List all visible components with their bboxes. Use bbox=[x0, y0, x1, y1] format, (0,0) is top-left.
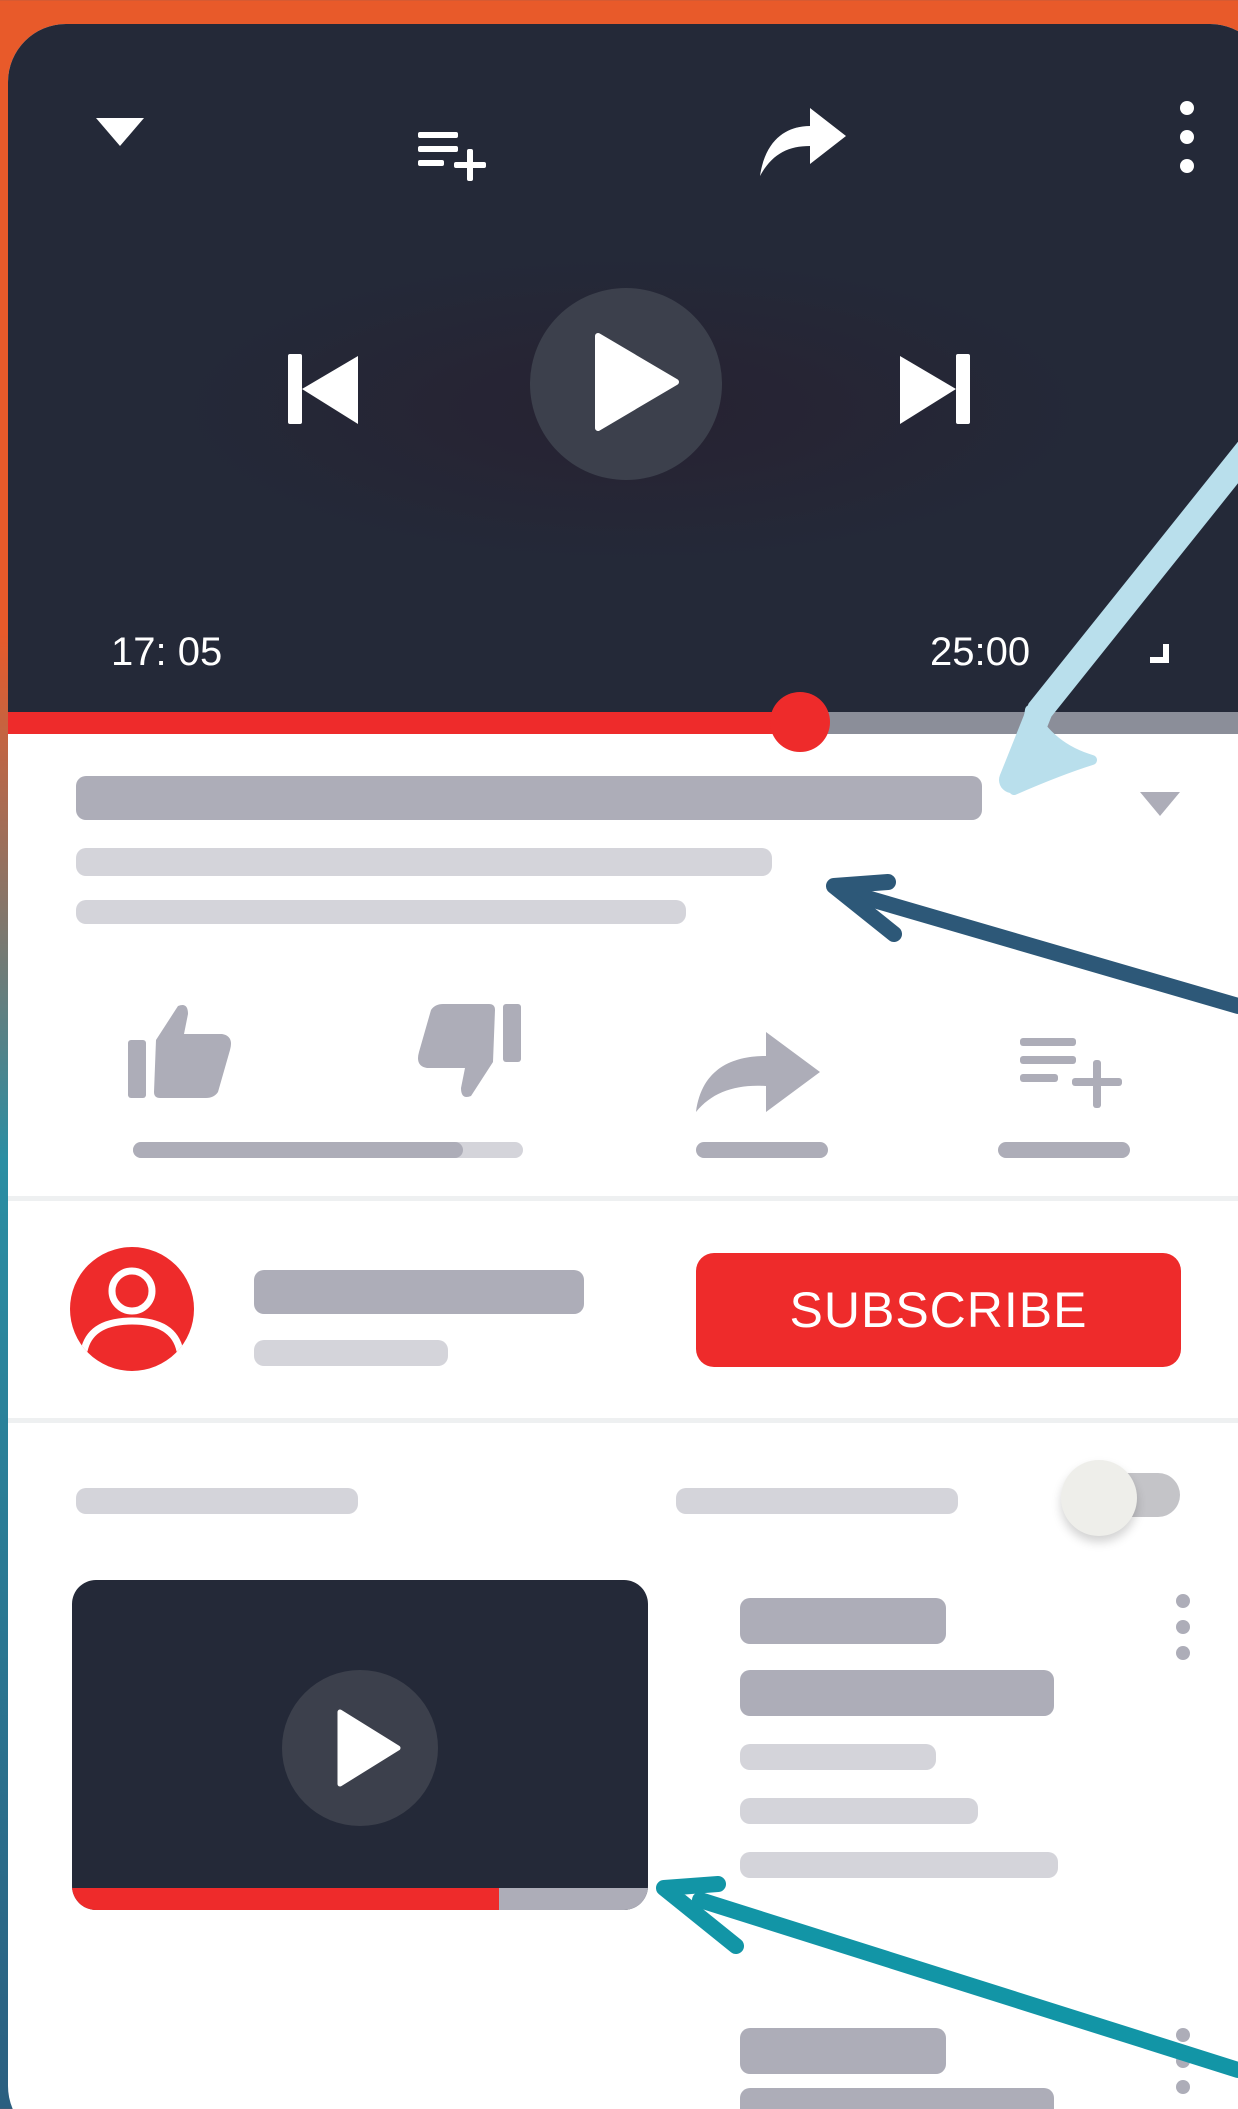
thumbnail-progress-remaining bbox=[499, 1888, 648, 1910]
save-to-playlist-icon[interactable] bbox=[1020, 1034, 1124, 1112]
share-action-icon[interactable] bbox=[692, 1022, 826, 1114]
subscriber-count-placeholder bbox=[254, 1340, 448, 1366]
channel-name-placeholder bbox=[254, 1270, 584, 1314]
play-button[interactable] bbox=[530, 288, 722, 480]
video-title-placeholder bbox=[76, 776, 982, 820]
share-icon[interactable] bbox=[758, 96, 848, 178]
phone-screen: 17: 05 25:00 SUBSCRIBE bbox=[8, 24, 1238, 2109]
playlist-add-icon[interactable] bbox=[418, 128, 488, 182]
progress-scrubber[interactable] bbox=[770, 692, 830, 752]
subscribe-button[interactable]: SUBSCRIBE bbox=[696, 1253, 1181, 1367]
progress-remaining bbox=[798, 712, 1238, 734]
second-title-placeholder-2 bbox=[740, 2088, 1054, 2109]
up-next-label-placeholder bbox=[76, 1488, 358, 1514]
next-channel-placeholder bbox=[740, 1744, 936, 1770]
user-icon bbox=[80, 1267, 184, 1352]
autoplay-label-placeholder bbox=[676, 1488, 958, 1514]
skip-previous-icon[interactable] bbox=[278, 348, 368, 428]
chevron-down-icon[interactable] bbox=[92, 110, 148, 150]
autoplay-toggle-knob[interactable] bbox=[1061, 1460, 1137, 1536]
thumbnail-progress-played bbox=[72, 1888, 499, 1910]
more-vertical-icon[interactable] bbox=[1174, 96, 1200, 178]
save-label-placeholder bbox=[998, 1142, 1130, 1158]
next-title-placeholder-2 bbox=[740, 1670, 1054, 1716]
next-video-thumbnail[interactable] bbox=[72, 1580, 648, 1910]
share-label-placeholder bbox=[696, 1142, 828, 1158]
video-meta-placeholder-2 bbox=[76, 900, 686, 924]
next-video-more-icon[interactable] bbox=[1168, 1594, 1198, 1674]
like-ratio-fill bbox=[133, 1142, 463, 1158]
next-views-placeholder bbox=[740, 1798, 978, 1824]
thumbs-up-icon[interactable] bbox=[126, 1002, 236, 1102]
fullscreen-icon[interactable] bbox=[1110, 604, 1170, 664]
video-player[interactable]: 17: 05 25:00 bbox=[8, 24, 1238, 712]
second-title-placeholder bbox=[740, 2028, 946, 2074]
progress-played bbox=[8, 712, 798, 734]
next-age-placeholder bbox=[740, 1852, 1058, 1878]
section-divider-2 bbox=[8, 1418, 1238, 1423]
thumbs-down-icon[interactable] bbox=[413, 1002, 523, 1102]
second-video-more-icon[interactable] bbox=[1168, 2028, 1198, 2108]
play-icon bbox=[595, 333, 679, 431]
play-icon bbox=[337, 1709, 401, 1787]
current-time: 17: 05 bbox=[111, 630, 223, 674]
section-divider bbox=[8, 1196, 1238, 1201]
thumbnail-play-button[interactable] bbox=[282, 1670, 438, 1826]
expand-description-icon[interactable] bbox=[1138, 788, 1182, 818]
channel-avatar[interactable] bbox=[70, 1247, 194, 1371]
skip-next-icon[interactable] bbox=[888, 348, 978, 428]
duration: 25:00 bbox=[930, 630, 1031, 674]
video-meta-placeholder bbox=[76, 848, 772, 876]
next-title-placeholder bbox=[740, 1598, 946, 1644]
